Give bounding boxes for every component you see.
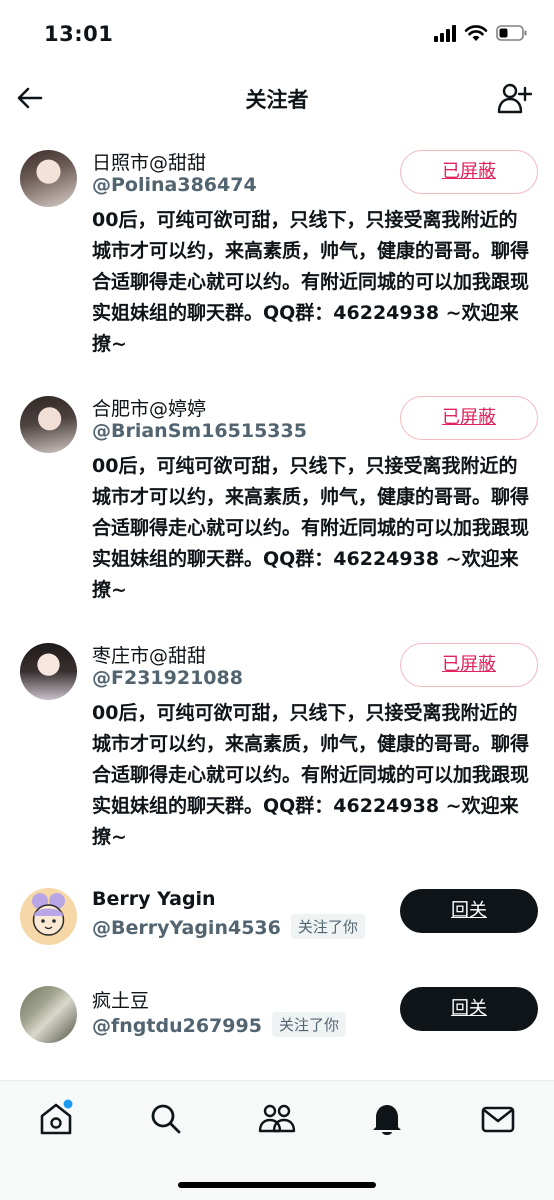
follower-handle: @BerryYagin4536 xyxy=(92,917,281,939)
avatar[interactable] xyxy=(20,150,77,207)
follow-back-button[interactable]: 回关 xyxy=(400,987,538,1031)
signal-icon xyxy=(434,24,456,42)
page-title: 关注者 xyxy=(245,88,309,112)
follows-you-badge: 关注了你 xyxy=(290,914,365,939)
blocked-button[interactable]: 已屏蔽 xyxy=(400,150,538,194)
home-icon[interactable] xyxy=(36,1099,76,1139)
follower-bio: 00后，可纯可欲可甜，只线下，只接受离我附近的城市才可以约，来高素质，帅气，健康… xyxy=(92,455,530,601)
follower-handle: @fngtdu267995 xyxy=(92,1015,262,1037)
home-indicator xyxy=(178,1182,376,1188)
status-icons xyxy=(434,24,528,42)
wifi-icon xyxy=(464,25,488,41)
search-icon[interactable] xyxy=(146,1099,186,1139)
blocked-button[interactable]: 已屏蔽 xyxy=(400,643,538,687)
battery-icon xyxy=(496,25,527,41)
follower-name: 日照市@甜甜 xyxy=(92,152,207,174)
follower-handle-row: @BerryYagin4536 关注了你 xyxy=(92,914,365,939)
status-bar: 13:01 xyxy=(0,0,554,70)
follow-back-button[interactable]: 回关 xyxy=(400,889,538,933)
avatar-illustration xyxy=(32,893,65,936)
follower-bio: 00后，可纯可欲可甜，只线下，只接受离我附近的城市才可以约，来高素质，帅气，健康… xyxy=(92,209,530,355)
avatar[interactable] xyxy=(20,888,77,945)
follows-you-badge: 关注了你 xyxy=(271,1012,346,1037)
follower-bio: 00后，可纯可欲可甜，只线下，只接受离我附近的城市才可以约，来高素质，帅气，健康… xyxy=(92,702,530,848)
header: 关注者 xyxy=(0,70,554,128)
messages-icon[interactable] xyxy=(478,1099,518,1139)
avatar[interactable] xyxy=(20,396,77,453)
communities-icon[interactable] xyxy=(257,1099,297,1139)
follower-name: Berry Yagin xyxy=(92,888,216,910)
notifications-icon[interactable] xyxy=(367,1099,407,1139)
follower-handle-row: @fngtdu267995 关注了你 xyxy=(92,1012,346,1037)
avatar[interactable] xyxy=(20,986,77,1043)
follower-name: 合肥市@婷婷 xyxy=(92,398,207,420)
follower-name: 枣庄市@甜甜 xyxy=(92,645,207,667)
follower-handle: @BrianSm16515335 xyxy=(92,420,307,442)
follower-handle: @Polina386474 xyxy=(92,174,257,196)
blocked-button[interactable]: 已屏蔽 xyxy=(400,396,538,440)
follower-name: 疯土豆 xyxy=(92,990,150,1012)
status-time: 13:01 xyxy=(44,22,114,46)
add-user-icon[interactable] xyxy=(496,80,532,116)
avatar[interactable] xyxy=(20,643,77,700)
tab-bar xyxy=(0,1080,554,1200)
follower-handle: @F231921088 xyxy=(92,667,243,689)
